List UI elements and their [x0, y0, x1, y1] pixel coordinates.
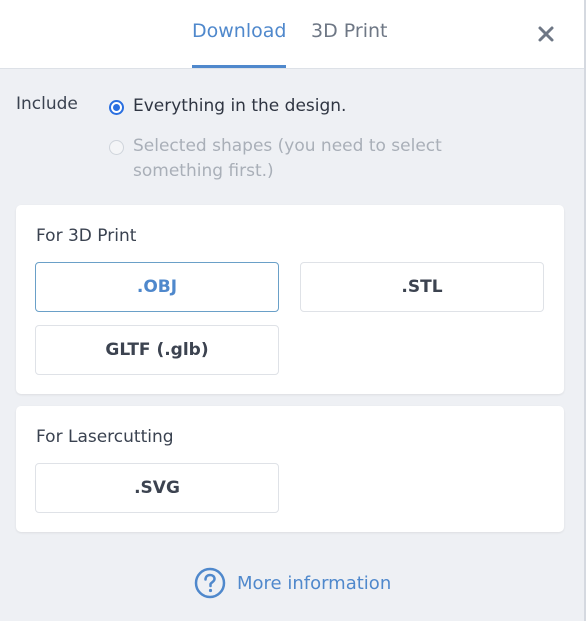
radio-everything[interactable]: Everything in the design.	[109, 94, 346, 119]
radio-selected-shapes-label: Selected shapes (you need to select some…	[133, 136, 442, 181]
more-information-label[interactable]: More information	[237, 573, 391, 594]
close-icon	[538, 26, 554, 42]
question-circle-icon	[194, 567, 226, 599]
section-3d-print: For 3D Print .OBJ .STL GLTF (.glb)	[16, 205, 564, 394]
section-title-lasercutting: For Lasercutting	[36, 427, 174, 447]
radio-everything-label[interactable]: Everything in the design.	[133, 94, 346, 119]
obj-button[interactable]: .OBJ	[35, 262, 279, 312]
radio-selected-shapes: Selected shapes (you need to select some…	[109, 136, 453, 184]
radio-selected-indicator[interactable]	[109, 100, 124, 115]
stl-button[interactable]: .STL	[300, 262, 544, 312]
more-information-link[interactable]: More information	[194, 567, 391, 599]
svg-button[interactable]: .SVG	[35, 463, 279, 513]
tab-download[interactable]: Download	[192, 18, 286, 44]
close-button[interactable]	[534, 20, 558, 46]
tab-3d-print[interactable]: 3D Print	[311, 18, 387, 44]
section-lasercutting: For Lasercutting .SVG	[16, 406, 564, 532]
radio-disabled-indicator	[109, 140, 124, 155]
gltf-button[interactable]: GLTF (.glb)	[35, 325, 279, 375]
include-label: Include	[16, 94, 78, 114]
dialog-header: Download 3D Print	[0, 0, 584, 69]
active-tab-indicator	[192, 65, 286, 68]
section-title-3d-print: For 3D Print	[36, 226, 137, 246]
download-dialog: Download 3D Print Include Everything in …	[0, 0, 586, 621]
